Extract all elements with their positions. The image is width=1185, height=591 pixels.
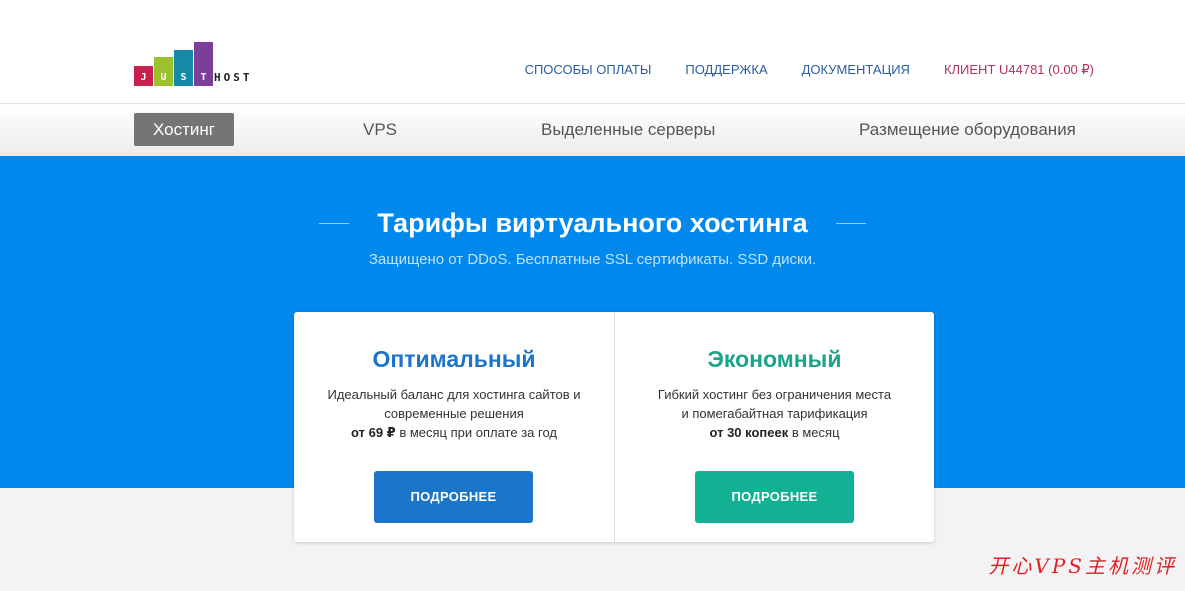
plan-price-line: от 30 копеек в месяц <box>615 423 934 442</box>
nav-payment-methods-link[interactable]: Способы оплаты <box>525 62 652 78</box>
hero-subtitle: Защищено от DDoS. Бесплатные SSL сертифи… <box>368 251 817 268</box>
plans-container: Оптимальный Идеальный баланс для хостинг… <box>294 312 934 542</box>
plan-desc-line: Идеальный баланс для хостинга сайтов и <box>327 387 581 402</box>
plan-price-line: от 69 ₽ в месяц при оплате за год <box>294 423 614 442</box>
plan-card-economy: Экономный Гибкий хостинг без ограничения… <box>614 312 934 542</box>
plan-title: Экономный <box>707 346 842 372</box>
plan-description: Идеальный баланс для хостинга сайтов и с… <box>294 385 614 442</box>
logo-letter-t: T <box>200 72 207 83</box>
hero-title-right-rule <box>835 222 866 224</box>
economy-details-button[interactable]: ПОДРОБНЕЕ <box>695 471 854 523</box>
top-header: J U S T HOST Способы оплаты Поддержка До… <box>0 0 1185 104</box>
nav-support-link[interactable]: Поддержка <box>685 62 767 78</box>
service-nav: Хостинг VPS Выделенные серверы Размещени… <box>0 104 1185 156</box>
logo-host-text: HOST <box>214 71 253 84</box>
plan-title: Оптимальный <box>372 346 536 372</box>
plan-description: Гибкий хостинг без ограничения места и п… <box>615 385 934 442</box>
tab-colocation[interactable]: Размещение оборудования <box>859 113 1076 146</box>
plan-card-optimal: Оптимальный Идеальный баланс для хостинг… <box>294 312 614 542</box>
hero-title-left-rule <box>319 222 350 224</box>
watermark: 开心VPS主机测评 <box>988 554 1177 578</box>
nav-documentation-link[interactable]: Документация <box>802 62 910 78</box>
tab-dedicated-servers[interactable]: Выделенные серверы <box>541 113 715 146</box>
justhost-logo[interactable]: J U S T HOST <box>134 42 274 86</box>
plan-desc-line: и помегабайтная тарификация <box>681 406 868 421</box>
logo-letter-s: S <box>180 72 187 83</box>
top-nav: Способы оплаты Поддержка Документация КЛ… <box>525 62 1094 78</box>
page-title: Тарифы виртуального хостинга <box>377 208 808 238</box>
hero-title-row: Тарифы виртуального хостинга <box>0 206 1185 240</box>
tab-vps[interactable]: VPS <box>363 113 397 146</box>
plan-desc-line: Гибкий хостинг без ограничения места <box>657 387 892 402</box>
tab-hosting[interactable]: Хостинг <box>134 113 234 146</box>
logo-letter-j: J <box>140 72 147 83</box>
plan-price-period: в месяц при оплате за год <box>395 425 557 440</box>
logo-letter-u: U <box>160 72 167 83</box>
plan-price-period: в месяц <box>788 425 840 440</box>
plan-price: от 69 ₽ <box>351 425 396 440</box>
nav-client-account-link[interactable]: КЛИЕНТ U44781 (0.00 ₽) <box>944 62 1094 78</box>
optimal-details-button[interactable]: ПОДРОБНЕЕ <box>374 471 533 523</box>
plan-price: от 30 копеек <box>709 425 789 440</box>
plan-desc-line: современные решения <box>384 406 524 421</box>
